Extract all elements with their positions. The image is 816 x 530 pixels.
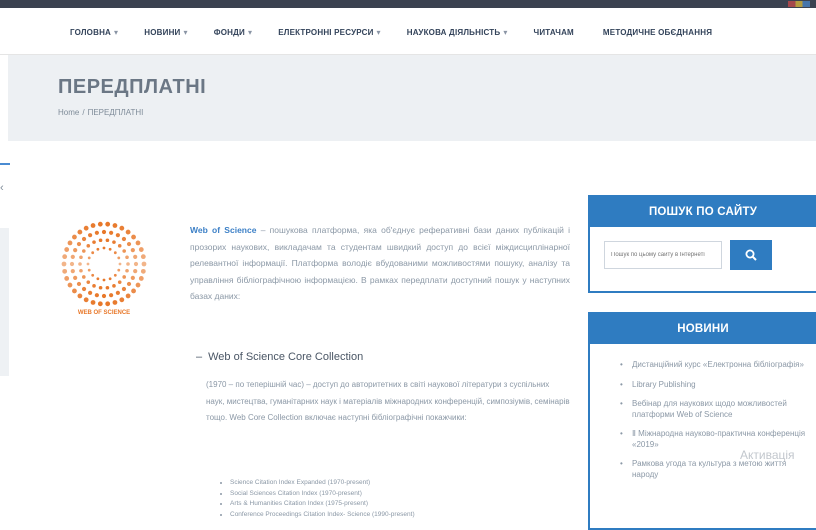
breadcrumb-home-link[interactable]: Home xyxy=(58,108,79,117)
collapse-toggle-icon[interactable]: – xyxy=(196,351,202,363)
web-of-science-logo-icon xyxy=(61,221,147,307)
chevron-down-icon: ▾ xyxy=(183,28,188,37)
page-header-band: ПЕРЕДПЛАТНІ Home / ПЕРЕДПЛАТНІ xyxy=(8,55,816,141)
top-strip xyxy=(0,0,816,8)
breadcrumb-current: ПЕРЕДПЛАТНІ xyxy=(87,108,144,117)
page-title: ПЕРЕДПЛАТНІ xyxy=(58,76,207,98)
breadcrumb: Home / ПЕРЕДПЛАТНІ xyxy=(58,108,144,117)
main-navigation: ГОЛОВНА ▾ НОВИНИ ▾ ФОНДИ ▾ ЕЛЕКТРОННІ РЕСУР… xyxy=(0,8,816,55)
news-widget-title: НОВИНИ xyxy=(590,314,816,344)
web-of-science-logo: WEB OF SCIENCE xyxy=(58,218,150,318)
citation-index-list: Science Citation Index Expanded (1970-pr… xyxy=(218,478,415,520)
news-item[interactable]: Рамкова угода та культура з метою життя … xyxy=(620,459,810,480)
intro-paragraph: Web of Science – пошукова платформа, яка… xyxy=(190,225,570,301)
news-item[interactable]: Вебінар для наукових щодо можливостей пл… xyxy=(620,399,810,420)
section-description: (1970 – по теперішній час) – доступ до а… xyxy=(206,380,570,422)
chevron-down-icon: ▾ xyxy=(376,28,381,37)
chevron-down-icon: ▾ xyxy=(248,28,253,37)
section-title: Web of Science Core Collection xyxy=(208,351,364,363)
nav-menu: ГОЛОВНА ▾ НОВИНИ ▾ ФОНДИ ▾ ЕЛЕКТРОННІ РЕСУР… xyxy=(70,28,741,37)
os-activation-watermark: Активація xyxy=(740,448,795,462)
collapsible-section-header[interactable]: – Web of Science Core Collection xyxy=(196,351,363,363)
web-of-science-link[interactable]: Web of Science xyxy=(190,225,256,235)
side-panel-edge xyxy=(0,228,9,376)
news-item[interactable]: Дистанційний курс «Електронна бібліограф… xyxy=(620,360,810,371)
search-input[interactable] xyxy=(604,241,722,269)
news-item[interactable]: Library Publishing xyxy=(620,380,810,391)
search-icon xyxy=(745,249,758,261)
list-item: Conference Proceedings Citation Index- S… xyxy=(230,510,415,521)
list-item: Social Sciences Citation Index (1970-pre… xyxy=(230,489,415,500)
list-item: Science Citation Index Expanded (1970-pr… xyxy=(230,478,415,489)
nav-item-methodical[interactable]: МЕТОДИЧНЕ ОБЄДНАННЯ xyxy=(603,28,715,37)
search-button[interactable] xyxy=(730,240,773,270)
nav-item-home[interactable]: ГОЛОВНА ▾ xyxy=(70,28,118,37)
nav-item-e-resources[interactable]: ЕЛЕКТРОННІ РЕСУРСИ ▾ xyxy=(278,28,381,37)
language-flag-icon[interactable] xyxy=(788,1,810,7)
search-row xyxy=(604,240,773,270)
news-item[interactable]: Ⅱ Міжнародна науково-практична конференц… xyxy=(620,429,810,450)
nav-item-collections[interactable]: ФОНДИ ▾ xyxy=(214,28,253,37)
nav-item-research[interactable]: НАУКОВА ДІЯЛЬНІСТЬ ▾ xyxy=(407,28,508,37)
side-accent-line xyxy=(0,163,10,165)
chevron-left-icon[interactable]: ‹ xyxy=(0,182,4,194)
article-intro: Web of Science – пошукова платформа, яка… xyxy=(190,222,570,305)
site-search-widget: ПОШУК ПО САЙТУ xyxy=(588,195,816,293)
news-widget: НОВИНИ Дистанційний курс «Електронна біб… xyxy=(588,312,816,530)
nav-item-news[interactable]: НОВИНИ ▾ xyxy=(144,28,187,37)
search-widget-title: ПОШУК ПО САЙТУ xyxy=(590,197,816,227)
chevron-down-icon: ▾ xyxy=(503,28,508,37)
list-item: Arts & Humanities Citation Index (1975-p… xyxy=(230,499,415,510)
chevron-down-icon: ▾ xyxy=(114,28,119,37)
nav-item-readers[interactable]: ЧИТАЧАМ xyxy=(534,28,577,37)
logo-caption: WEB OF SCIENCE xyxy=(77,310,131,316)
